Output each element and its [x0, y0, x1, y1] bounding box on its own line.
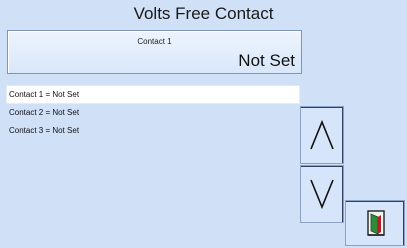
chevron-down-icon	[310, 179, 334, 210]
list-item-contact-3[interactable]: Contact 3 = Not Set	[7, 122, 299, 139]
scroll-up-button[interactable]	[300, 106, 344, 164]
list-item-contact-1[interactable]: Contact 1 = Not Set	[7, 86, 299, 103]
contact-selector-button[interactable]: Contact 1 Not Set	[7, 30, 302, 74]
contact-label: Contact 1	[137, 37, 172, 46]
chevron-up-icon	[310, 119, 334, 150]
exit-door-icon	[367, 210, 385, 236]
page-title: Volts Free Contact	[133, 4, 274, 23]
contact-list: Contact 1 = Not Set Contact 2 = Not Set …	[7, 86, 299, 140]
exit-button[interactable]	[345, 200, 405, 246]
list-item-contact-2[interactable]: Contact 2 = Not Set	[7, 104, 299, 121]
scroll-down-button[interactable]	[300, 165, 344, 223]
contact-value: Not Set	[238, 51, 295, 70]
